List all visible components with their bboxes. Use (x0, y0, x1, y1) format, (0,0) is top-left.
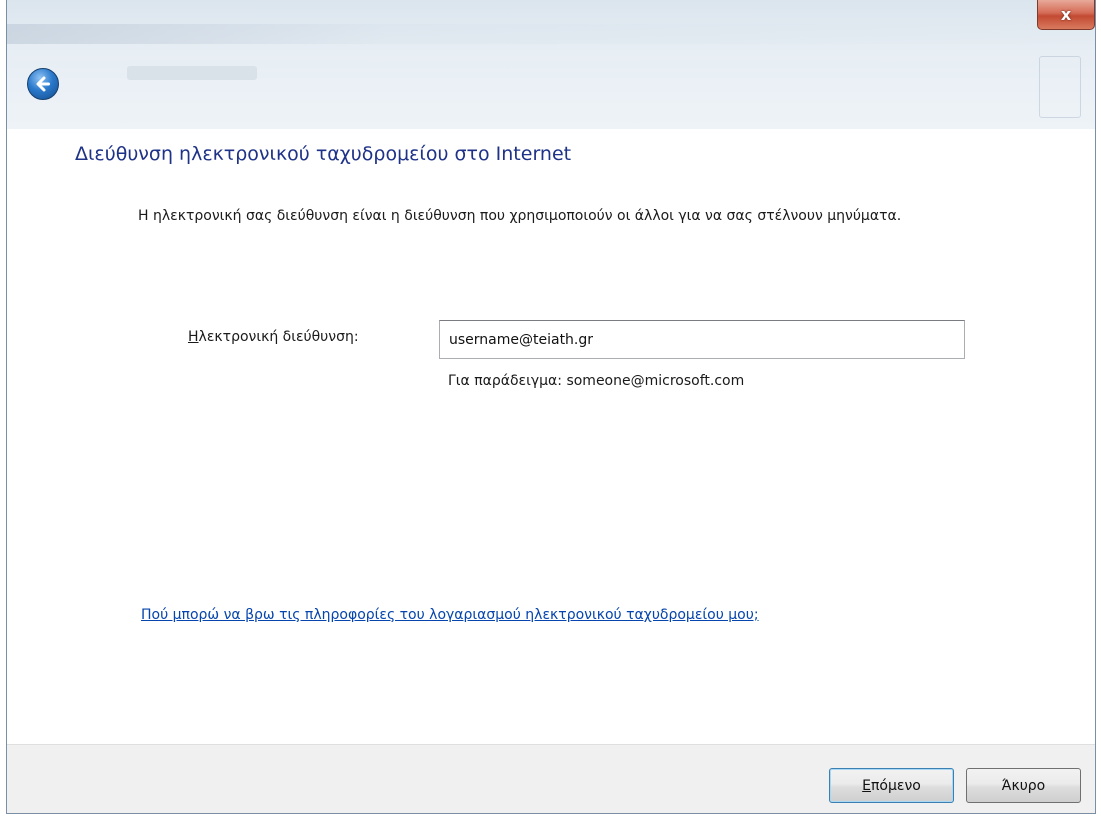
next-button[interactable]: Επόμενο (829, 768, 954, 803)
wizard-content: Διεύθυνση ηλεκτρονικού ταχυδρομείου στο … (7, 129, 1095, 744)
cancel-button-label: Άκυρο (1001, 777, 1046, 794)
email-field[interactable] (439, 320, 965, 359)
glass-backdrop-frame (1039, 56, 1081, 118)
window-title-area: x (7, 0, 1095, 129)
email-label-accelerator: Η (188, 329, 199, 345)
email-label-text: λεκτρονική διεύθυνση: (198, 329, 359, 345)
glass-backdrop-text (127, 66, 257, 80)
next-button-accelerator: Ε (862, 777, 871, 794)
email-label: Ηλεκτρονική διεύθυνση: (188, 329, 359, 345)
page-description: Η ηλεκτρονική σας διεύθυνση είναι η διεύ… (138, 208, 902, 224)
close-button[interactable]: x (1037, 0, 1095, 30)
button-bar: Επόμενο Άκυρο (7, 744, 1095, 813)
back-arrow-icon (33, 74, 53, 94)
glass-backdrop (7, 24, 1095, 44)
wizard-window: x Διεύθυνση ηλεκτρονικού ταχυδρομείου στ… (6, 0, 1096, 814)
back-button[interactable] (27, 68, 59, 100)
email-example-hint: Για παράδειγμα: someone@microsoft.com (448, 373, 745, 389)
account-info-help-link[interactable]: Πού μπορώ να βρω τις πληροφορίες του λογ… (141, 607, 759, 623)
close-icon: x (1060, 5, 1072, 24)
screen: x Διεύθυνση ηλεκτρονικού ταχυδρομείου στ… (0, 0, 1101, 816)
next-button-label: πόμενο (871, 777, 921, 794)
page-title: Διεύθυνση ηλεκτρονικού ταχυδρομείου στο … (75, 143, 572, 165)
cancel-button[interactable]: Άκυρο (966, 768, 1081, 803)
